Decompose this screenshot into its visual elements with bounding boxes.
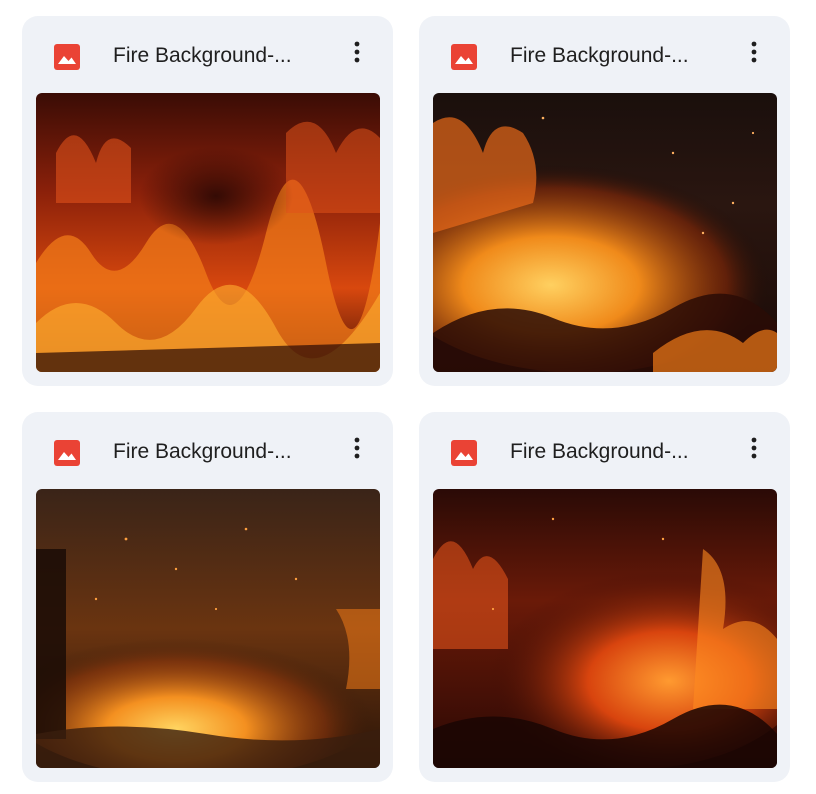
file-name: Fire Background-... [113,44,292,67]
more-options-button[interactable] [734,430,774,470]
more-vert-icon [751,41,757,68]
file-card-4[interactable]: Fire Background-... [419,412,790,782]
file-card-1[interactable]: Fire Background-... [22,16,393,386]
more-options-button[interactable] [337,430,377,470]
file-name: Fire Background-... [113,440,292,463]
file-name: Fire Background-... [510,440,689,463]
file-thumbnail[interactable] [36,93,380,372]
file-thumbnail[interactable] [433,93,777,372]
file-card-header[interactable]: Fire Background-... [22,16,393,92]
image-file-icon [53,43,81,71]
image-file-icon [450,43,478,71]
image-file-icon [450,439,478,467]
fire-thumbnail-image [36,93,380,372]
file-card-3[interactable]: Fire Background-... [22,412,393,782]
file-thumbnail[interactable] [433,489,777,768]
image-file-icon [53,439,81,467]
fire-thumbnail-image [433,93,777,372]
file-name: Fire Background-... [510,44,689,67]
fire-thumbnail-image [433,489,777,768]
file-card-header[interactable]: Fire Background-... [419,16,790,92]
more-options-button[interactable] [734,34,774,74]
fire-thumbnail-image [36,489,380,768]
more-vert-icon [354,437,360,464]
more-options-button[interactable] [337,34,377,74]
file-thumbnail[interactable] [36,489,380,768]
more-vert-icon [751,437,757,464]
file-card-header[interactable]: Fire Background-... [419,412,790,488]
more-vert-icon [354,41,360,68]
file-card-2[interactable]: Fire Background-... [419,16,790,386]
file-card-header[interactable]: Fire Background-... [22,412,393,488]
